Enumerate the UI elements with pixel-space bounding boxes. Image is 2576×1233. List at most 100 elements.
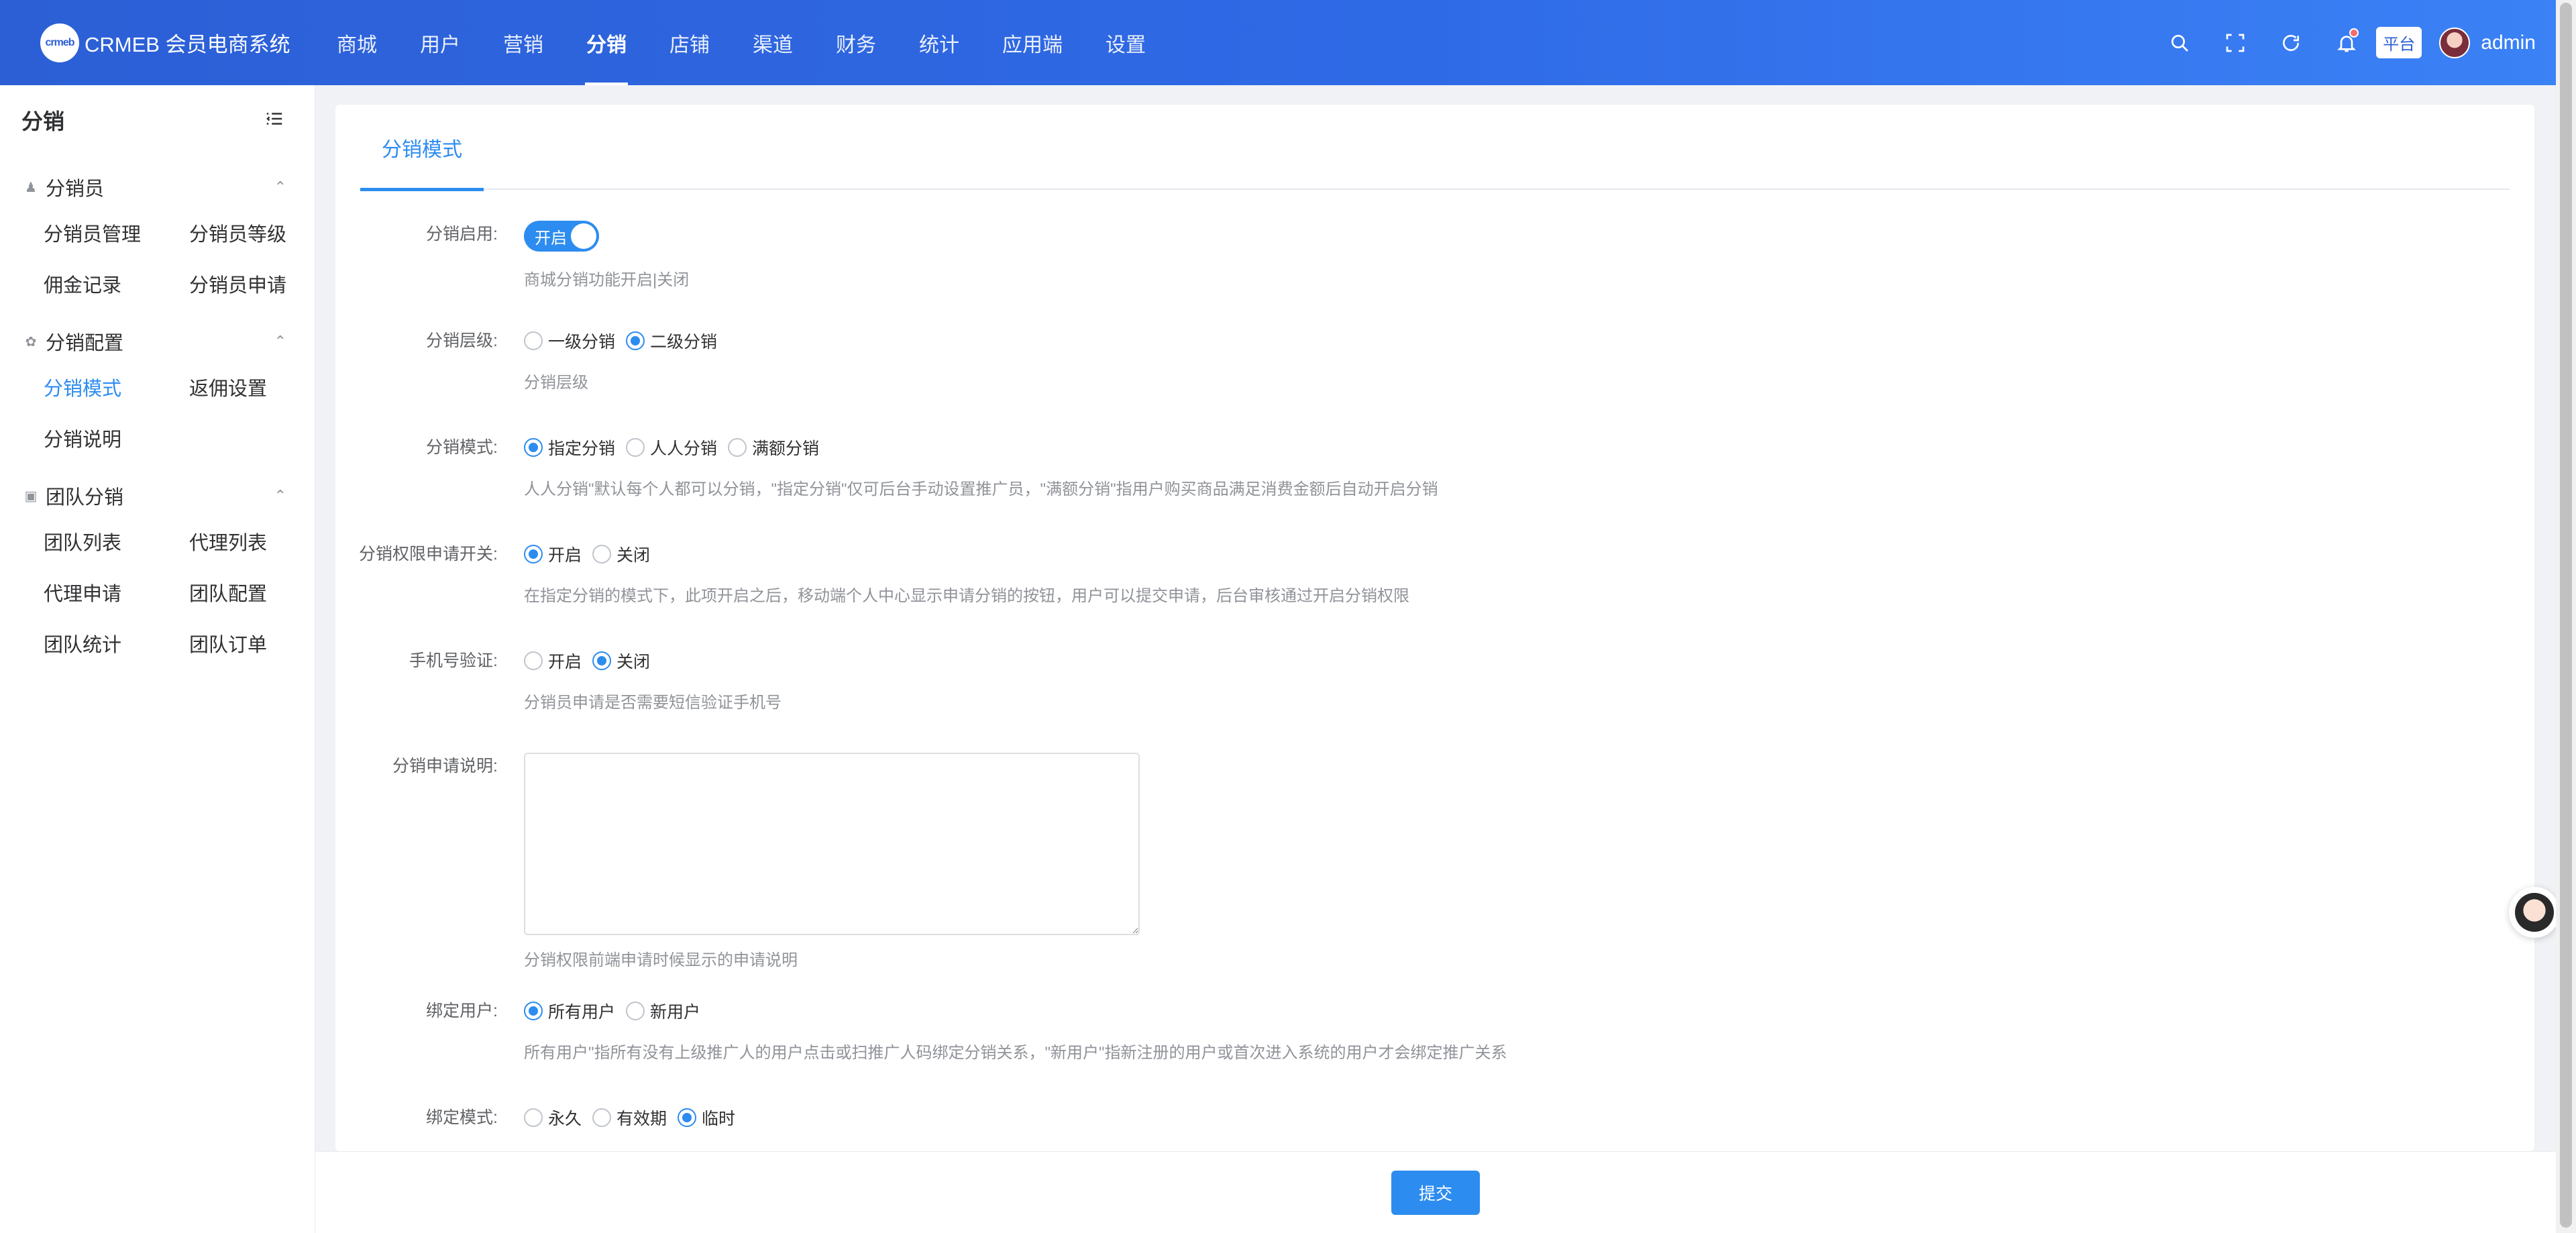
radio-bind-new-users[interactable]: 新用户 [626, 999, 700, 1023]
radio-phone-on[interactable]: 开启 [524, 649, 582, 673]
top-header: crmeb CRMEB 会员电商系统 商城 用户 营销 分销 店铺 渠道 财务 … [0, 0, 2576, 85]
helper-face-icon [2515, 893, 2554, 932]
sidebar: 分销 ♟ 分销员 ⌃ 分销员管理 分销员等级 佣金记录 分销员申请 ✿ 分销配置… [0, 85, 315, 1233]
sidebar-title: 分销 [21, 109, 65, 133]
form-row-mode: 分销模式: 指定分销 人人分销 满额分销 人人分销"默认每个人都可以分销，"指定… [335, 434, 2534, 541]
chevron-up-icon: ⌃ [274, 178, 286, 195]
field-label: 分销权限申请开关: [359, 545, 498, 564]
app-logo[interactable]: crmeb CRMEB 会员电商系统 [0, 23, 315, 62]
menu-group-distributor: ♟ 分销员 ⌃ 分销员管理 分销员等级 佣金记录 分销员申请 [0, 167, 315, 309]
radio-bind-temporary[interactable]: 临时 [678, 1106, 735, 1130]
field-label: 绑定模式: [426, 1108, 498, 1127]
radio-bind-validity[interactable]: 有效期 [592, 1106, 667, 1130]
header-actions: 平台 admin [2137, 27, 2576, 58]
person-icon: ♟ [25, 180, 37, 195]
topnav-item-stats[interactable]: 统计 [898, 0, 981, 85]
field-label: 手机号验证: [409, 651, 498, 670]
sidebar-item-commission-record[interactable]: 佣金记录 [44, 258, 189, 309]
help-text: 分销员申请是否需要短信验证手机号 [524, 694, 782, 712]
tab-distribution-mode[interactable]: 分销模式 [360, 105, 484, 191]
topnav-item-channel[interactable]: 渠道 [731, 0, 814, 85]
radio-mode-threshold[interactable]: 满额分销 [728, 435, 819, 460]
help-text: 人人分销"默认每个人都可以分销，"指定分销"仅可后台手动设置推广员，"满额分销"… [524, 480, 1438, 498]
topnav-item-finance[interactable]: 财务 [814, 0, 898, 85]
field-label: 分销层级: [426, 331, 498, 350]
menu-group-config: ✿ 分销配置 ⌃ 分销模式 返佣设置 分销说明 [0, 321, 315, 464]
sidebar-item-distributor-manage[interactable]: 分销员管理 [44, 207, 189, 258]
user-name[interactable]: admin [2481, 32, 2536, 54]
sidebar-item-team-orders[interactable]: 团队订单 [189, 618, 335, 669]
switch-text: 开启 [535, 229, 567, 248]
form-row-level: 分销层级: 一级分销 二级分销 分销层级 [335, 327, 2534, 434]
menu-group-label: 分销员 [46, 178, 105, 200]
switch-knob [571, 223, 596, 249]
platform-badge: 平台 [2376, 27, 2422, 58]
submit-button[interactable]: 提交 [1391, 1170, 1480, 1215]
radio-mode-designated[interactable]: 指定分销 [524, 435, 615, 460]
menu-group-head-config[interactable]: ✿ 分销配置 ⌃ [0, 321, 315, 362]
menu-group-head-team[interactable]: ▣ 团队分销 ⌃ [0, 476, 315, 516]
sidebar-item-team-list[interactable]: 团队列表 [44, 516, 189, 567]
notification-dot [2349, 28, 2359, 38]
logo-mark: crmeb [40, 23, 79, 62]
field-label: 绑定用户: [426, 1002, 498, 1020]
form-row-enable: 分销启用: 开启 商城分销功能开启|关闭 [335, 221, 2534, 327]
form-row-bind-mode: 绑定模式: 永久 有效期 临时 [335, 1104, 2534, 1144]
distribution-enable-switch[interactable]: 开启 [524, 221, 599, 252]
scrollbar-thumb[interactable] [2560, 3, 2572, 1228]
tab-bar: 分销模式 [360, 105, 2510, 191]
radio-apply-off[interactable]: 关闭 [592, 542, 650, 566]
paw-icon: ✿ [25, 334, 37, 350]
form-row-bind-user: 绑定用户: 所有用户 新用户 所有用户"指所有没有上级推广人的用户点击或扫推广人… [335, 998, 2534, 1104]
sidebar-item-distribution-desc[interactable]: 分销说明 [44, 413, 189, 464]
box-icon: ▣ [24, 488, 38, 504]
topnav-item-mall[interactable]: 商城 [315, 0, 398, 85]
topnav-item-marketing[interactable]: 营销 [482, 0, 565, 85]
form-footer: 提交 [315, 1151, 2556, 1233]
apply-description-textarea[interactable] [524, 753, 1140, 935]
sidebar-item-agent-list[interactable]: 代理列表 [189, 516, 335, 567]
sidebar-item-team-config[interactable]: 团队配置 [189, 567, 335, 618]
help-text: 分销层级 [524, 374, 588, 392]
sidebar-item-distributor-level[interactable]: 分销员等级 [189, 207, 335, 258]
refresh-icon[interactable] [2277, 30, 2304, 56]
bell-icon[interactable] [2333, 28, 2360, 56]
topnav-item-apps[interactable]: 应用端 [981, 0, 1084, 85]
page-scrollbar[interactable] [2556, 0, 2576, 1233]
sidebar-item-rebate-settings[interactable]: 返佣设置 [189, 362, 335, 413]
fullscreen-icon[interactable] [2222, 30, 2249, 56]
radio-phone-off[interactable]: 关闭 [592, 649, 650, 673]
sidebar-item-distributor-apply[interactable]: 分销员申请 [189, 258, 335, 309]
help-text: 分销权限前端申请时候显示的申请说明 [524, 951, 798, 969]
topnav-item-settings[interactable]: 设置 [1084, 0, 1167, 85]
customer-service-avatar[interactable] [2509, 887, 2560, 938]
form-row-apply-switch: 分销权限申请开关: 开启 关闭 在指定分销的模式下，此项开启之后，移动端个人中心… [335, 541, 2534, 647]
search-icon[interactable] [2166, 30, 2193, 56]
app-title: CRMEB 会员电商系统 [85, 33, 290, 56]
chevron-up-icon: ⌃ [274, 487, 286, 504]
topnav-item-store[interactable]: 店铺 [648, 0, 731, 85]
topnav-item-distribution[interactable]: 分销 [565, 0, 648, 85]
menu-group-team: ▣ 团队分销 ⌃ 团队列表 代理列表 代理申请 团队配置 团队统计 团队订单 [0, 476, 315, 669]
sidebar-item-team-stats[interactable]: 团队统计 [44, 618, 189, 669]
field-label: 分销模式: [426, 438, 498, 457]
help-text: 在指定分销的模式下，此项开启之后，移动端个人中心显示申请分销的按钮，用户可以提交… [524, 587, 1409, 605]
topnav-item-users[interactable]: 用户 [398, 0, 482, 85]
help-text: 所有用户"指所有没有上级推广人的用户点击或扫推广人码绑定分销关系，"新用户"指新… [524, 1044, 1507, 1062]
field-label: 分销启用: [426, 225, 498, 244]
radio-mode-everyone[interactable]: 人人分销 [626, 435, 717, 460]
radio-level-2[interactable]: 二级分销 [626, 329, 717, 353]
form-row-phone-verify: 手机号验证: 开启 关闭 分销员申请是否需要短信验证手机号 [335, 647, 2534, 753]
menu-group-label: 团队分销 [46, 487, 124, 508]
form-row-apply-desc: 分销申请说明: 分销权限前端申请时候显示的申请说明 [335, 753, 2534, 998]
radio-bind-all-users[interactable]: 所有用户 [524, 999, 615, 1023]
radio-apply-on[interactable]: 开启 [524, 542, 582, 566]
radio-bind-permanent[interactable]: 永久 [524, 1106, 582, 1130]
sidebar-item-distribution-mode[interactable]: 分销模式 [44, 362, 189, 413]
menu-group-head-distributor[interactable]: ♟ 分销员 ⌃ [0, 167, 315, 207]
radio-level-1[interactable]: 一级分销 [524, 329, 615, 353]
sidebar-item-agent-apply[interactable]: 代理申请 [44, 567, 189, 618]
collapse-menu-icon[interactable] [264, 109, 284, 132]
top-nav: 商城 用户 营销 分销 店铺 渠道 财务 统计 应用端 设置 [315, 0, 1167, 85]
avatar[interactable] [2439, 27, 2471, 58]
